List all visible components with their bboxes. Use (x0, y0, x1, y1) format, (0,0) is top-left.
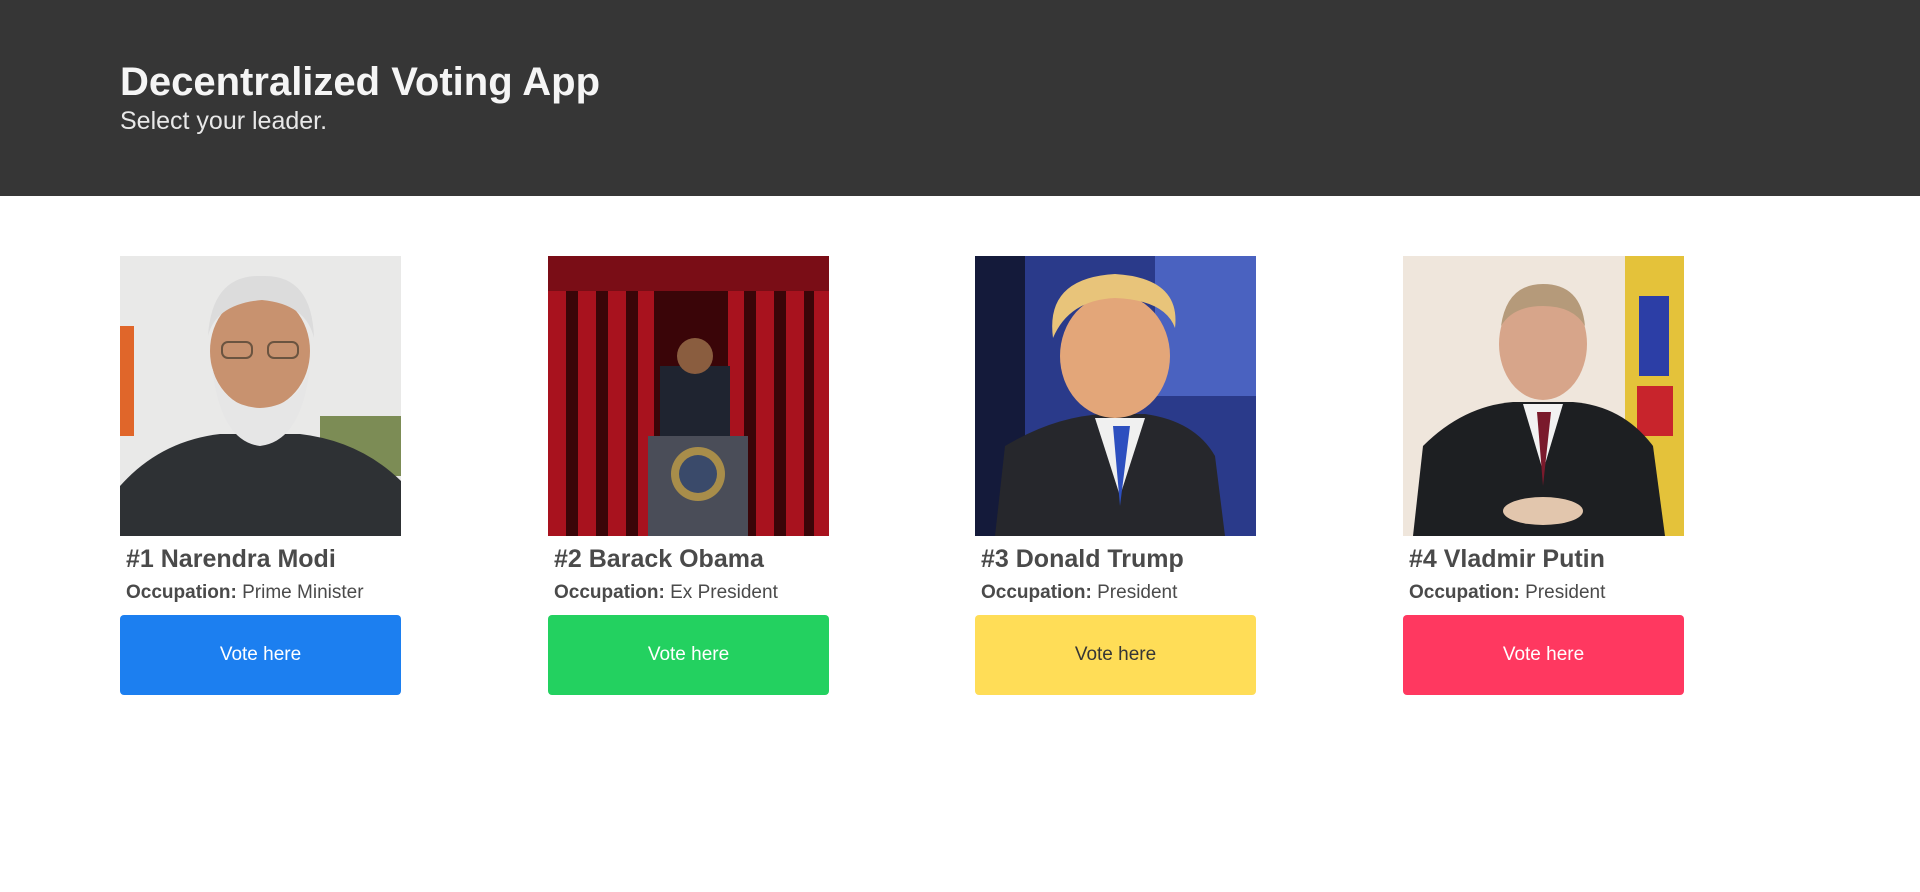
occupation-label: Occupation: (1409, 582, 1520, 603)
hero-banner: Decentralized Voting App Select your lea… (0, 0, 1920, 196)
vote-button[interactable]: Vote here (548, 614, 829, 695)
occupation-value: Ex President (670, 582, 778, 603)
candidate-occupation: Occupation: President (975, 582, 1256, 605)
vote-button[interactable]: Vote here (120, 614, 401, 695)
candidate-card: #4 Vladmir Putin Occupation: President V… (1403, 256, 1684, 695)
page-subtitle: Select your leader. (120, 107, 328, 135)
occupation-label: Occupation: (554, 582, 665, 603)
candidate-occupation: Occupation: Prime Minister (120, 582, 401, 605)
page-title: Decentralized Voting App (120, 60, 601, 104)
vote-button[interactable]: Vote here (1403, 614, 1684, 695)
occupation-value: President (1525, 582, 1606, 603)
candidate-card: #1 Narendra Modi Occupation: Prime Minis… (120, 256, 401, 695)
candidate-name: #1 Narendra Modi (126, 545, 336, 573)
candidate-photo (548, 256, 829, 536)
candidate-occupation: Occupation: President (1403, 582, 1684, 605)
candidate-name: #2 Barack Obama (554, 545, 764, 573)
candidate-photo (975, 256, 1256, 536)
candidate-name: #3 Donald Trump (981, 545, 1184, 573)
occupation-label: Occupation: (981, 582, 1092, 603)
candidate-name: #4 Vladmir Putin (1409, 545, 1605, 573)
candidate-photo (120, 256, 401, 536)
occupation-label: Occupation: (126, 582, 237, 603)
candidate-occupation: Occupation: Ex President (548, 582, 829, 605)
candidate-card: #3 Donald Trump Occupation: President Vo… (975, 256, 1256, 695)
candidate-photo (1403, 256, 1684, 536)
vote-button[interactable]: Vote here (975, 614, 1256, 695)
candidate-card: #2 Barack Obama Occupation: Ex President… (548, 256, 829, 695)
occupation-value: Prime Minister (242, 582, 364, 603)
occupation-value: President (1097, 582, 1178, 603)
